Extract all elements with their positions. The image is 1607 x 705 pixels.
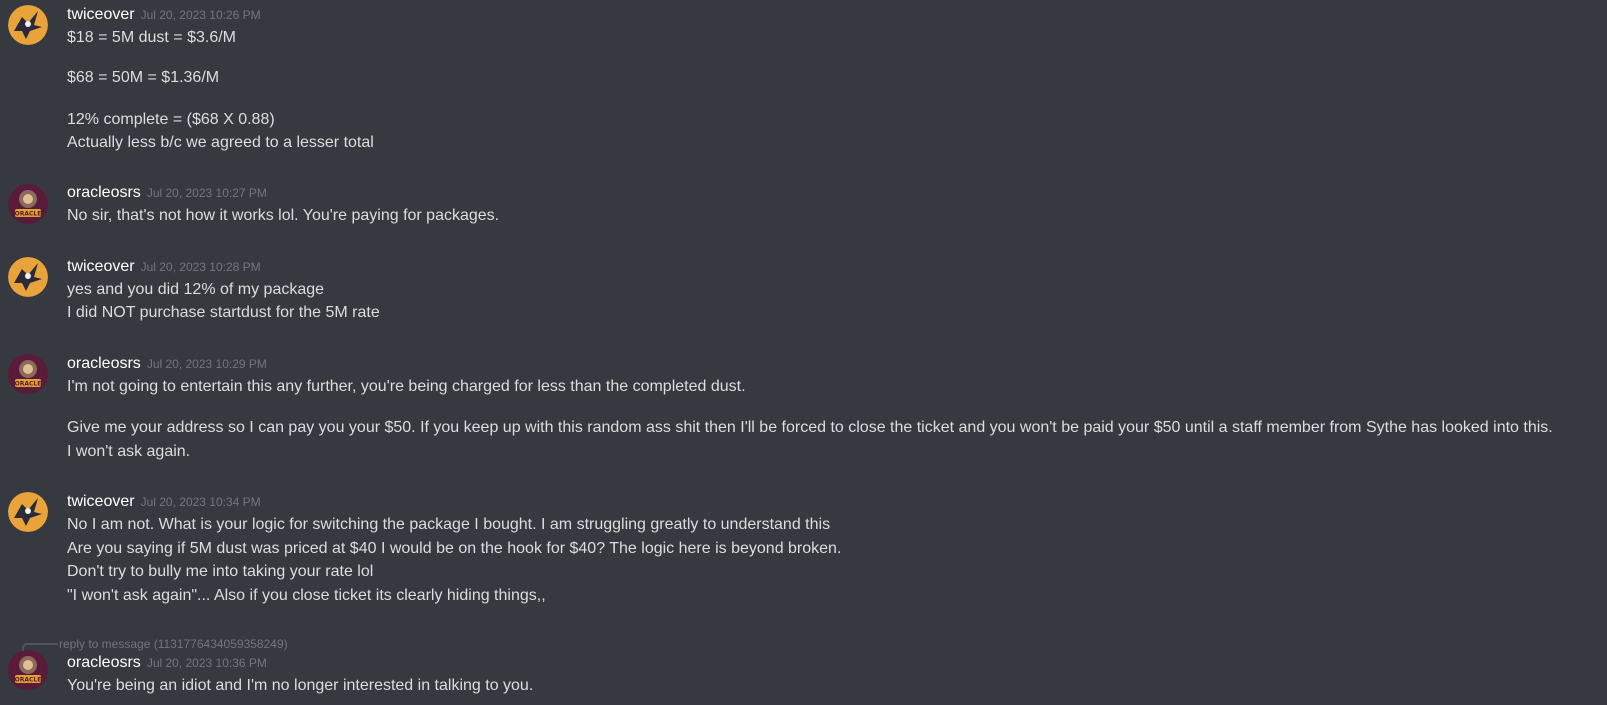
oracle-caption: ORACLE: [15, 381, 42, 388]
message-text: I did NOT purchase startdust for the 5M …: [67, 304, 380, 321]
message-header: oracleosrs Jul 20, 2023 10:29 PM: [67, 355, 267, 375]
message-text: Are you saying if 5M dust was priced at …: [67, 540, 842, 557]
message-header: twiceover Jul 20, 2023 10:26 PM: [67, 6, 261, 26]
message-text: Don't try to bully me into taking your r…: [67, 563, 374, 580]
message-text: yes and you did 12% of my package: [67, 281, 325, 298]
message-text: $18 = 5M dust = $3.6/M: [67, 29, 236, 46]
message-text: I'm not going to entertain this any furt…: [67, 378, 746, 395]
username[interactable]: oracleosrs: [67, 184, 141, 201]
oracle-avatar-icon: ORACLE: [8, 354, 48, 394]
avatar[interactable]: [8, 257, 48, 297]
message-header: twiceover Jul 20, 2023 10:34 PM: [67, 493, 261, 513]
oracle-caption: ORACLE: [15, 211, 42, 218]
message-text: I won't ask again.: [67, 443, 191, 460]
hawk-avatar-icon: [8, 5, 48, 45]
message-text: Actually less b/c we agreed to a lesser …: [67, 134, 374, 151]
timestamp: Jul 20, 2023 10:36 PM: [146, 656, 267, 670]
message-text: No I am not. What is your logic for swit…: [67, 516, 831, 533]
timestamp: Jul 20, 2023 10:34 PM: [140, 495, 261, 509]
message-text: Give me your address so I can pay you yo…: [67, 419, 1553, 436]
avatar[interactable]: [8, 5, 48, 45]
timestamp: Jul 20, 2023 10:27 PM: [146, 186, 267, 200]
message-header: oracleosrs Jul 20, 2023 10:36 PM: [67, 654, 267, 674]
avatar[interactable]: ORACLE: [8, 184, 48, 224]
timestamp: Jul 20, 2023 10:28 PM: [140, 260, 261, 274]
oracle-caption: ORACLE: [15, 677, 42, 684]
reply-label: reply to message (1131776434059358249): [59, 637, 288, 651]
timestamp: Jul 20, 2023 10:29 PM: [146, 357, 267, 371]
message-text: No sir, that's not how it works lol. You…: [67, 207, 500, 224]
message-text: "I won't ask again"... Also if you close…: [67, 587, 546, 604]
username[interactable]: twiceover: [67, 258, 135, 275]
avatar[interactable]: [8, 492, 48, 532]
avatar[interactable]: ORACLE: [8, 354, 48, 394]
hawk-avatar-icon: [8, 492, 48, 532]
oracle-avatar-icon: ORACLE: [8, 650, 48, 690]
hawk-avatar-icon: [8, 257, 48, 297]
username[interactable]: twiceover: [67, 6, 135, 23]
message-header: twiceover Jul 20, 2023 10:28 PM: [67, 258, 261, 278]
avatar[interactable]: ORACLE: [8, 650, 48, 690]
username[interactable]: twiceover: [67, 493, 135, 510]
message-text: 12% complete = ($68 X 0.88): [67, 111, 275, 128]
message-text: You're being an idiot and I'm no longer …: [67, 677, 534, 694]
message-text: $68 = 50M = $1.36/M: [67, 69, 220, 86]
message-header: oracleosrs Jul 20, 2023 10:27 PM: [67, 184, 267, 204]
username[interactable]: oracleosrs: [67, 654, 141, 671]
timestamp: Jul 20, 2023 10:26 PM: [140, 8, 261, 22]
message-list: twiceover Jul 20, 2023 10:26 PM $18 = 5M …: [0, 0, 1607, 705]
oracle-avatar-icon: ORACLE: [8, 184, 48, 224]
username[interactable]: oracleosrs: [67, 355, 141, 372]
